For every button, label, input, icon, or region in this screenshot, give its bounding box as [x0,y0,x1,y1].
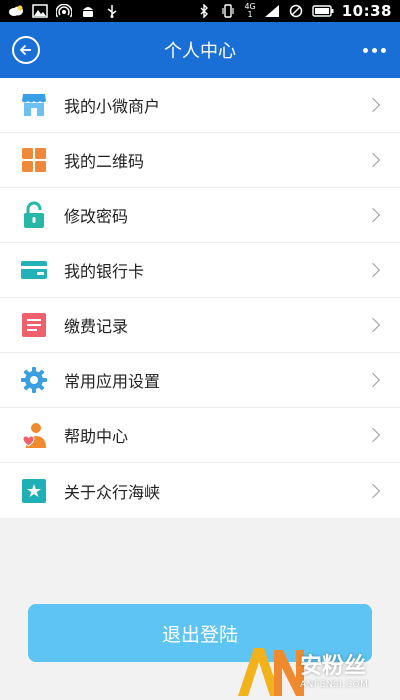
chevron-right-icon [365,483,381,498]
menu-item-bank-card[interactable]: 我的银行卡 [0,243,400,298]
menu-label: 修改密码 [64,207,129,226]
network-sub: 1 [247,10,253,19]
menu-label: 我的银行卡 [64,262,145,281]
watermark-cn: 安粉丝 [300,654,367,679]
menu-label: 帮助中心 [64,427,129,446]
page-title: 个人中心 [164,41,236,62]
menu-item-change-password[interactable]: 修改密码 [0,188,400,243]
watermark: 安粉丝 ANFENSI.COM [234,640,394,698]
watermark-en: ANFENSI.COM [300,680,369,690]
star-box-icon [20,477,48,505]
menu-item-about[interactable]: 关于众行海峡 [0,463,400,518]
chevron-right-icon [365,317,381,333]
watermark-logo-icon [238,648,304,696]
more-button[interactable] [360,38,388,62]
menu-item-app-settings[interactable]: 常用应用设置 [0,353,400,408]
chevron-right-icon [365,97,381,113]
gear-icon [20,366,48,394]
menu-label: 我的二维码 [64,152,145,171]
shop-icon [20,91,48,119]
menu-item-merchant[interactable]: 我的小微商户 [0,78,400,133]
menu-list: 我的小微商户 我的二维码 修改密码 我的银行卡 缴费记录 常用应用设置 帮助中心… [0,78,400,518]
bank-card-icon [20,256,48,284]
menu-item-help-center[interactable]: 帮助中心 [0,408,400,463]
chevron-right-icon [365,262,381,278]
back-arrow-circle-icon [19,44,31,56]
battery-icon [312,5,334,17]
more-dots-icon [362,47,368,53]
menu-item-payment-record[interactable]: 缴费记录 [0,298,400,353]
menu-label: 关于众行海峡 [64,482,161,502]
menu-label: 常用应用设置 [64,372,161,391]
gallery-icon [32,4,48,18]
status-left-icons [8,4,120,18]
no-signal-icon [289,4,302,18]
signal-icon [264,5,279,17]
menu-label: 我的小微商户 [64,97,161,116]
more-dots-icon [371,47,377,53]
more-dots-icon [380,47,386,53]
qrcode-icon [20,146,48,174]
weather-cloud-icon [9,5,23,16]
android-icon [83,7,93,17]
chevron-right-icon [365,152,381,168]
menu-label: 缴费记录 [64,317,129,336]
chevron-right-icon [365,372,381,388]
lock-icon [20,201,48,229]
record-icon [20,311,48,339]
menu-item-qrcode[interactable]: 我的二维码 [0,133,400,188]
app-bar: 个人中心 [0,22,400,78]
clock: 10:38 [341,2,392,20]
vibrate-icon [222,4,235,18]
network-indicator: 4G 1 [244,3,255,19]
usb-icon [107,5,117,18]
bluetooth-icon [200,4,209,18]
watermark-text: 安粉丝 ANFENSI.COM [300,648,368,690]
chevron-right-icon [365,207,381,223]
back-button[interactable] [12,36,40,64]
status-right-icons: 4G 1 10:38 [196,2,392,20]
hotspot-icon [56,4,72,18]
chevron-right-icon [365,427,381,443]
help-person-icon [20,421,48,449]
status-bar: 4G 1 10:38 [0,0,400,22]
